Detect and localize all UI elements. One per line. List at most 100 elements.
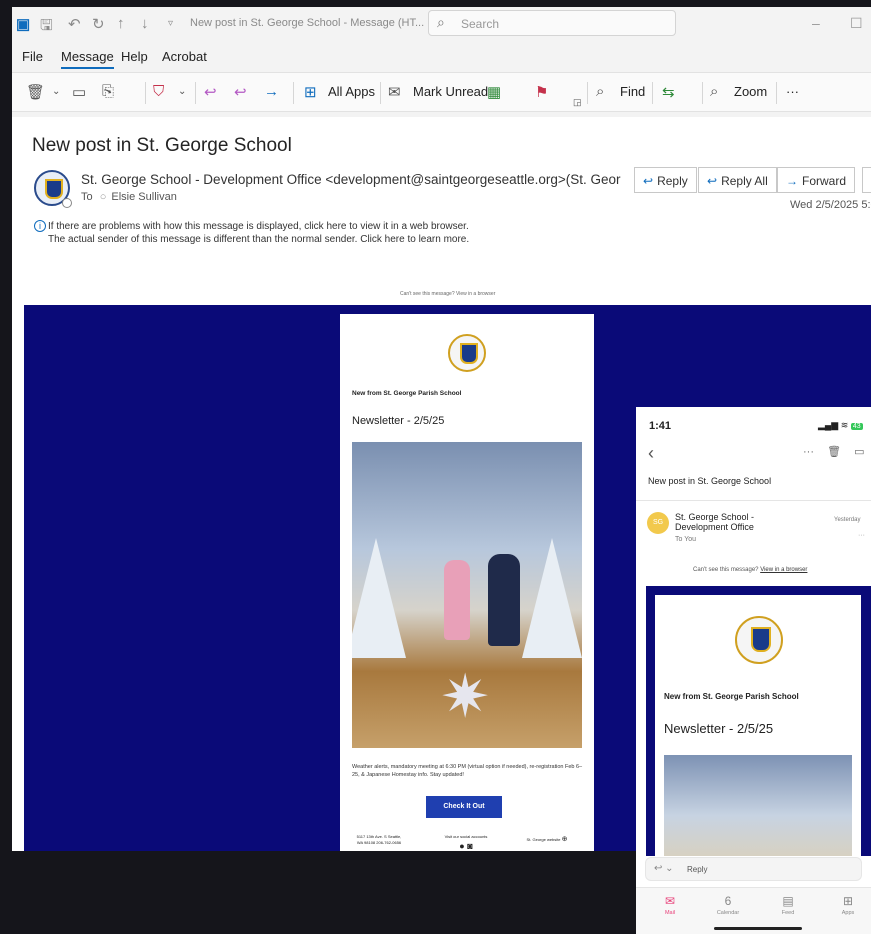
more-icon[interactable]: ··· bbox=[803, 446, 814, 458]
delete-dropdown-icon[interactable]: ⌄ bbox=[52, 86, 60, 97]
translate-icon[interactable]: ⇆ bbox=[662, 83, 675, 101]
instagram-icon[interactable]: ◙ bbox=[467, 841, 472, 851]
save-icon[interactable]: 🖫 bbox=[40, 15, 53, 40]
redo-icon[interactable]: ↻ bbox=[92, 15, 105, 33]
minimize-button[interactable]: – bbox=[812, 15, 820, 31]
social-label: Visit our social accounts bbox=[444, 834, 488, 839]
reply-label: Reply bbox=[657, 174, 688, 188]
more-options-button[interactable]: ··· bbox=[786, 84, 799, 99]
separator bbox=[293, 82, 294, 104]
window-title: New post in St. George School - Message … bbox=[190, 17, 425, 29]
more-actions-button[interactable] bbox=[862, 167, 871, 193]
forward-button[interactable]: → Forward bbox=[777, 167, 856, 193]
archive-icon[interactable]: ▭ bbox=[72, 83, 86, 101]
search-icon: ⌕ bbox=[437, 14, 445, 30]
ribbon-expand-icon[interactable]: ◲ bbox=[573, 97, 582, 108]
zoom-icon[interactable]: ⌕ bbox=[710, 83, 718, 100]
view-in-browser-link[interactable]: View in a browser bbox=[760, 567, 807, 573]
tab-apps[interactable]: ⊞ Apps bbox=[823, 894, 871, 916]
newsletter-summary: Weather alerts, mandatory meeting at 6:3… bbox=[352, 764, 583, 778]
separator bbox=[195, 82, 196, 104]
mark-unread-icon[interactable]: ✉ bbox=[388, 83, 401, 101]
find-icon[interactable]: ⌕ bbox=[596, 83, 604, 100]
reply-placeholder: Reply bbox=[687, 865, 708, 874]
undo-icon[interactable]: ↶ bbox=[68, 15, 81, 33]
star-decoration: ✷ bbox=[440, 663, 491, 730]
mark-unread-button[interactable]: Mark Unread bbox=[413, 84, 488, 99]
phone-sender[interactable]: St. George School - Development Office bbox=[675, 512, 795, 532]
flag-icon[interactable]: ⚑ bbox=[535, 83, 548, 101]
back-icon[interactable]: ‹ bbox=[648, 443, 654, 464]
phone-recipient: To You bbox=[675, 536, 697, 543]
delete-icon[interactable]: 🗑 bbox=[26, 83, 45, 101]
separator bbox=[702, 82, 703, 104]
previous-item-icon[interactable]: ↑ bbox=[117, 15, 125, 32]
school-crest-logo bbox=[735, 616, 783, 664]
reply-icon[interactable]: ↩ bbox=[204, 83, 217, 101]
cant-see-text: Can't see this message? bbox=[693, 567, 759, 573]
phone-screenshot: 1:41 ▂▄▆ ≋ 43 ‹ ··· 🗑 ▭ New post in St. … bbox=[636, 407, 871, 934]
info-line-2[interactable]: The actual sender of this message is dif… bbox=[48, 233, 469, 246]
archive-icon[interactable]: ▭ bbox=[854, 446, 864, 458]
recipient-line: To ○ Elsie Sullivan bbox=[81, 191, 177, 203]
website-link[interactable]: St. George website ⊕ bbox=[512, 836, 582, 843]
categorize-icon[interactable]: ▦ bbox=[487, 83, 501, 101]
newsletter-photo[interactable]: ✷ bbox=[352, 442, 582, 748]
child-figure bbox=[488, 554, 520, 646]
newsletter-title: Newsletter - 2/5/25 bbox=[352, 415, 445, 427]
phone-newsletter-title: Newsletter - 2/5/25 bbox=[664, 721, 774, 736]
calendar-icon: 6 bbox=[724, 894, 732, 908]
all-apps-button[interactable]: All Apps bbox=[328, 84, 375, 99]
tab-mail[interactable]: ✉ Mail bbox=[645, 894, 695, 916]
all-apps-icon[interactable]: ⊞ bbox=[304, 83, 317, 101]
phone-time: 1:41 bbox=[649, 420, 672, 432]
maximize-button[interactable]: ☐ bbox=[850, 15, 863, 32]
forward-label: Forward bbox=[802, 174, 847, 188]
phone-reply-bar[interactable]: ↩ ⌄ Reply bbox=[645, 857, 862, 881]
move-icon[interactable]: ⎘ bbox=[102, 83, 114, 100]
feed-icon: ▤ bbox=[782, 894, 794, 908]
report-icon[interactable]: ⛉ bbox=[153, 83, 164, 100]
website-label: St. George website bbox=[526, 837, 561, 842]
battery-icon: 43 bbox=[850, 423, 863, 430]
social-icons[interactable]: ● ◙ bbox=[436, 841, 496, 851]
mail-icon: ✉ bbox=[664, 894, 676, 908]
info-bar[interactable]: If there are problems with how this mess… bbox=[48, 220, 469, 246]
forward-icon[interactable]: → bbox=[264, 83, 279, 100]
reply-icon: ↩ bbox=[643, 174, 654, 188]
zoom-button[interactable]: Zoom bbox=[734, 84, 767, 99]
find-button[interactable]: Find bbox=[620, 84, 645, 99]
quick-access-dropdown-icon[interactable]: ▿ bbox=[168, 18, 173, 29]
phone-new-from-heading: New from St. George Parish School bbox=[664, 692, 799, 701]
snowy-tree bbox=[522, 538, 582, 658]
phone-newsletter-photo[interactable] bbox=[664, 755, 852, 856]
search-input[interactable]: ⌕ Search bbox=[428, 10, 676, 36]
divider bbox=[636, 500, 871, 501]
title-bar: ▣ 🖫 ↶ ↻ ↑ ↓ ▿ New post in St. George Sch… bbox=[12, 7, 871, 39]
forward-icon: → bbox=[786, 174, 798, 188]
reply-button[interactable]: ↩ Reply bbox=[634, 167, 697, 193]
phone-sender-avatar: SG bbox=[647, 512, 669, 534]
menu-file[interactable]: File bbox=[22, 49, 43, 64]
menu-acrobat[interactable]: Acrobat bbox=[162, 49, 207, 64]
check-it-out-button[interactable]: Check It Out bbox=[426, 796, 502, 818]
phone-more-icon[interactable]: ··· bbox=[858, 532, 865, 539]
reply-icon[interactable]: ↩ ⌄ bbox=[654, 863, 674, 874]
reply-all-icon[interactable]: ↩ bbox=[234, 83, 247, 101]
tab-calendar[interactable]: 6 Calendar bbox=[703, 894, 753, 916]
menu-bar: File Message Help Acrobat bbox=[12, 47, 871, 71]
sender-line[interactable]: St. George School - Development Office <… bbox=[81, 172, 621, 187]
tab-feed[interactable]: ▤ Feed bbox=[763, 894, 813, 916]
delete-icon[interactable]: 🗑 bbox=[827, 446, 841, 458]
search-placeholder: Search bbox=[461, 17, 500, 31]
menu-message[interactable]: Message bbox=[61, 49, 114, 69]
next-item-icon[interactable]: ↓ bbox=[141, 15, 149, 32]
report-dropdown-icon[interactable]: ⌄ bbox=[178, 86, 186, 97]
recipient-name[interactable]: Elsie Sullivan bbox=[111, 191, 176, 203]
reply-all-button[interactable]: ↩ Reply All bbox=[698, 167, 777, 193]
info-line-1[interactable]: If there are problems with how this mess… bbox=[48, 220, 469, 233]
menu-help[interactable]: Help bbox=[121, 49, 148, 64]
wifi-icon: ≋ bbox=[840, 420, 849, 430]
facebook-icon[interactable]: ● bbox=[459, 841, 464, 851]
view-in-browser-link[interactable]: Can't see this message? View in a browse… bbox=[400, 291, 495, 297]
